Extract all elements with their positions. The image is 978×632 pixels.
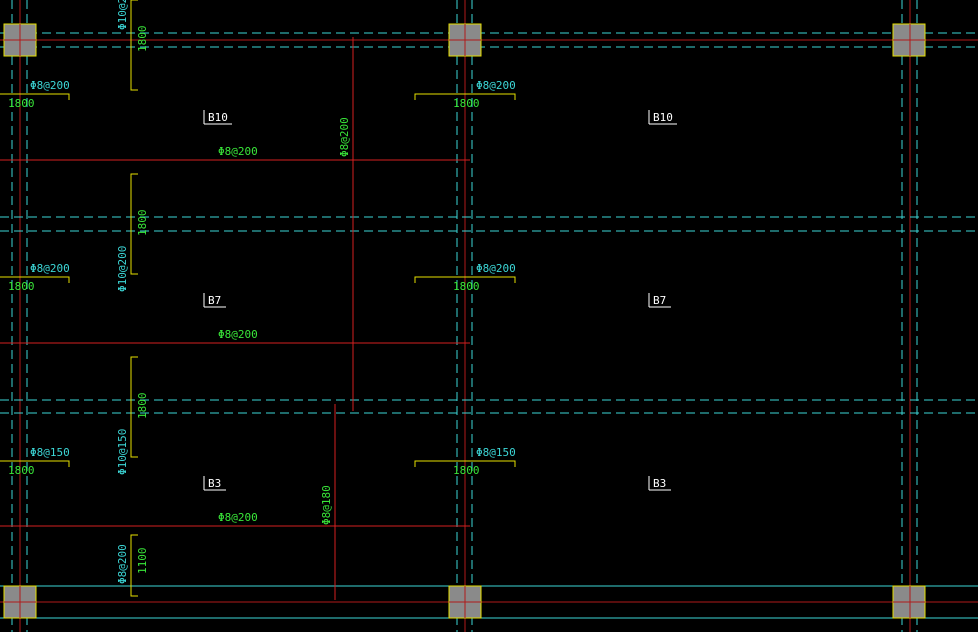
slab-label-b10-right: B10 — [653, 111, 673, 124]
rebar-length-label-vertical: 1100 — [136, 548, 149, 575]
slab-label-b3-right: B3 — [653, 477, 666, 490]
rebar-length-label: 1800 — [8, 280, 35, 293]
rebar-spec-label-vertical: Φ10@150 — [116, 429, 129, 475]
rebar-length-label: 1800 — [8, 97, 35, 110]
rebar-spec-label-vertical: Φ10@200 — [116, 0, 129, 30]
rebar-spec-label-vertical: Φ8@200 — [116, 544, 129, 584]
rebar-spec-label: Φ8@200 — [30, 262, 70, 275]
slab-label-b7-right: B7 — [653, 294, 666, 307]
axis-lines — [0, 0, 978, 632]
rebar-length-label: 1800 — [453, 97, 480, 110]
bottom-bar-label: Φ8@200 — [218, 145, 258, 158]
bottom-bar-label-vertical: Φ8@200 — [338, 117, 351, 157]
bottom-bar-label-vertical: Φ8@180 — [320, 485, 333, 525]
rebar-spec-label-vertical: Φ10@200 — [116, 246, 129, 292]
bottom-bar-label: Φ8@200 — [218, 328, 258, 341]
slab-label-leaders — [203, 110, 677, 491]
rebar-spec-label: Φ8@200 — [476, 262, 516, 275]
rebar-length-label: 1800 — [8, 464, 35, 477]
rebar-spec-label: Φ8@200 — [30, 79, 70, 92]
bottom-bar-label: Φ8@200 — [218, 511, 258, 524]
structural-slab-drawing: B10 B10 B7 B7 B3 B3 Φ8@200 1800 Φ8@200 1… — [0, 0, 978, 632]
rebar-length-label-vertical: 1800 — [136, 210, 149, 237]
rebar-spec-label: Φ8@200 — [476, 79, 516, 92]
slab-label-b7-left: B7 — [208, 294, 221, 307]
rebar-length-label-vertical: 1800 — [136, 26, 149, 53]
slab-label-b3-left: B3 — [208, 477, 221, 490]
slab-label-b10-left: B10 — [208, 111, 228, 124]
rebar-spec-label: Φ8@150 — [30, 446, 70, 459]
rebar-spec-label: Φ8@150 — [476, 446, 516, 459]
top-rebar-brackets — [0, 0, 516, 597]
rebar-length-label: 1800 — [453, 280, 480, 293]
beam-outlines — [0, 0, 978, 632]
rebar-length-label: 1800 — [453, 464, 480, 477]
rebar-length-label-vertical: 1800 — [136, 393, 149, 420]
